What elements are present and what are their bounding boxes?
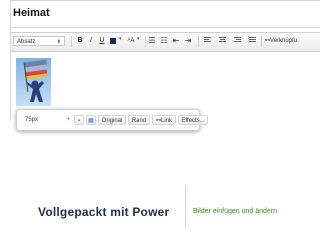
title-divider — [11, 27, 320, 28]
shrink-image-icon[interactable]: ▪ — [74, 115, 84, 125]
align-left-icon[interactable] — [204, 37, 211, 44]
align-justify-icon[interactable] — [249, 37, 256, 44]
flag-person-image — [16, 58, 51, 106]
font-size-icon[interactable]: ᴬA — [126, 35, 136, 47]
chevron-down-icon: ⬍ — [56, 39, 61, 45]
align-right-icon[interactable] — [234, 37, 241, 44]
paragraph-format-select[interactable]: Absatz ⬍ — [13, 36, 65, 46]
image-options-popup: 75px + ▪ ▦ Original Rand ⚯Link Effects..… — [16, 109, 208, 131]
insert-link-label: Verknüpfu — [270, 38, 298, 44]
chevron-down-icon[interactable]: ▾ — [119, 36, 122, 42]
indent-icon[interactable]: ⇥ — [183, 35, 193, 47]
insert-link-button[interactable]: ⚯Verknüpfu — [265, 35, 297, 47]
toolbar-divider — [145, 36, 146, 47]
toolbar-divider — [261, 36, 262, 47]
plus-icon[interactable]: + — [67, 110, 71, 130]
section-divider — [185, 186, 186, 228]
outdent-icon[interactable]: ⇤ — [171, 35, 181, 47]
toolbar-divider — [198, 36, 199, 47]
italic-button[interactable]: I — [86, 35, 96, 47]
original-size-button[interactable]: Original — [98, 115, 126, 125]
formatting-toolbar: Absatz ⬍ B I U ▾ ᴬA ▾ ☰ ☷ ⇤ ⇥ ⚯Verknüpfu — [11, 32, 320, 52]
paragraph-format-value: Absatz — [17, 39, 36, 45]
numbered-list-icon[interactable]: ☷ — [159, 35, 169, 47]
image-size-value[interactable]: 75px — [25, 110, 38, 130]
image-link-button[interactable]: ⚯Link — [152, 115, 176, 125]
text-color-button[interactable] — [110, 38, 116, 44]
border-button[interactable]: Rand — [128, 115, 150, 125]
toolbar-divider — [71, 36, 72, 47]
align-center-icon[interactable] — [219, 37, 226, 44]
editor-frame: Heimat Absatz ⬍ B I U ▾ ᴬA ▾ ☰ ☷ ⇤ ⇥ ⚯Ve… — [10, 0, 320, 121]
promo-headline: Vollgepackt mit Power — [38, 205, 170, 219]
bold-button[interactable]: B — [75, 35, 85, 47]
image-link-label: Link — [161, 118, 173, 124]
enlarge-image-icon[interactable]: ▦ — [86, 115, 96, 125]
document-title[interactable]: Heimat — [13, 1, 50, 25]
inserted-image[interactable] — [16, 58, 51, 106]
chevron-down-icon[interactable]: ▾ — [137, 36, 140, 42]
underline-button[interactable]: U — [97, 35, 107, 47]
feature-caption: Bilder einfügen und ändern — [193, 208, 278, 215]
effects-button[interactable]: Effects... — [178, 115, 208, 125]
bullet-list-icon[interactable]: ☰ — [147, 35, 157, 47]
